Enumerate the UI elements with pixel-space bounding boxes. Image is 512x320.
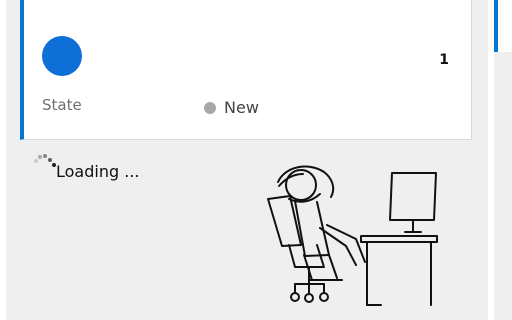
state-value: New xyxy=(224,98,259,117)
board-view: 1 State New Loading ... xyxy=(0,0,512,320)
state-label: State xyxy=(42,96,82,114)
loading-text: Loading ... xyxy=(56,162,140,181)
state-field[interactable]: New xyxy=(204,98,259,117)
loading-indicator: Loading ... xyxy=(32,152,172,184)
work-item-card[interactable]: 1 State New xyxy=(20,0,472,140)
person-relaxing-at-desk-icon xyxy=(267,165,438,306)
loading-spinner-icon xyxy=(34,154,56,167)
avatar[interactable] xyxy=(42,36,82,76)
adjacent-card-edge[interactable] xyxy=(494,0,512,52)
state-status-icon xyxy=(204,101,216,114)
card-count: 1 xyxy=(439,52,449,68)
